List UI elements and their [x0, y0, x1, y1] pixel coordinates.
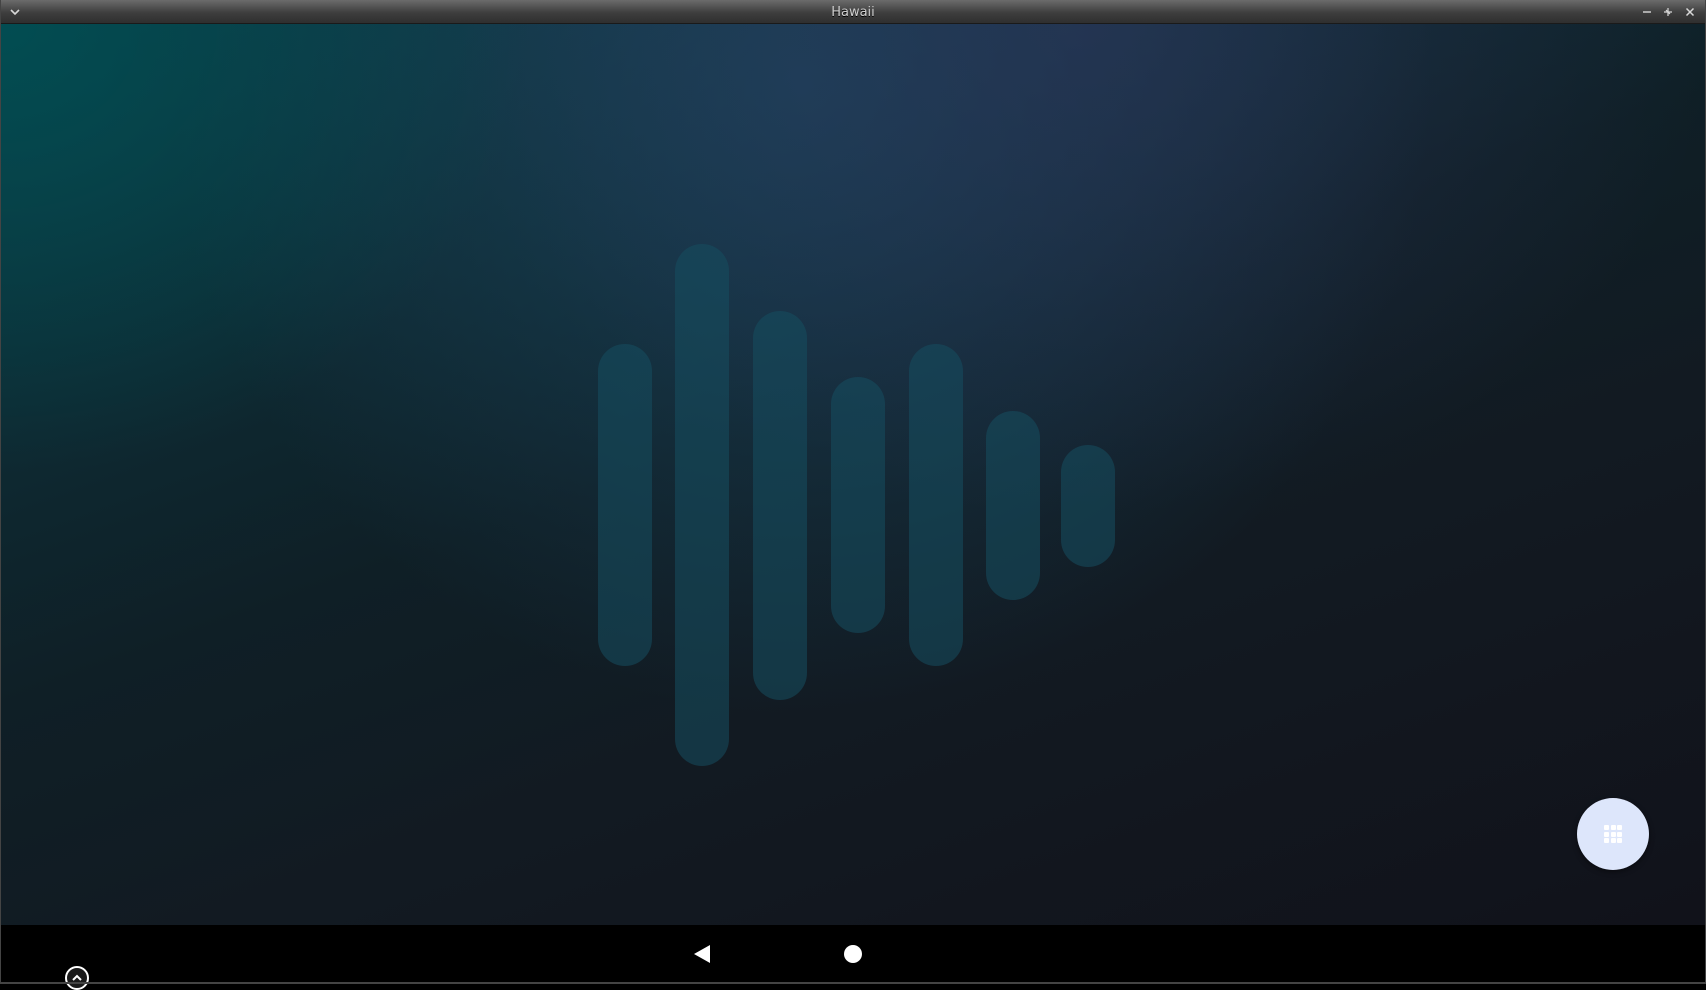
- logo-bar: [986, 411, 1040, 600]
- expand-up-icon: [72, 974, 82, 981]
- audio-waveform-logo: [1, 24, 1705, 925]
- minimize-icon: [1643, 11, 1651, 13]
- close-button[interactable]: [1681, 3, 1699, 21]
- close-icon: [1685, 7, 1695, 17]
- back-triangle-icon: [694, 945, 710, 963]
- panel-handle-button[interactable]: [65, 966, 89, 990]
- logo-bar: [753, 311, 807, 700]
- logo-bar: [675, 244, 729, 766]
- maximize-button[interactable]: [1659, 3, 1677, 21]
- logo-bar: [909, 344, 963, 666]
- minimize-button[interactable]: [1638, 3, 1656, 21]
- logo-bar: [831, 377, 885, 633]
- window-titlebar[interactable]: Hawaii: [0, 0, 1706, 24]
- app-grid-icon: [1604, 825, 1622, 843]
- maximize-icon: [1664, 8, 1672, 16]
- navigation-bar: [1, 925, 1705, 990]
- window-title: Hawaii: [831, 5, 875, 20]
- logo-bar: [598, 344, 652, 666]
- home-screen: [1, 24, 1705, 925]
- home-button[interactable]: [844, 945, 862, 963]
- app-window: Hawaii: [0, 0, 1706, 990]
- logo-bar: [1061, 445, 1115, 567]
- back-button[interactable]: [691, 943, 713, 965]
- app-drawer-button[interactable]: [1577, 798, 1649, 870]
